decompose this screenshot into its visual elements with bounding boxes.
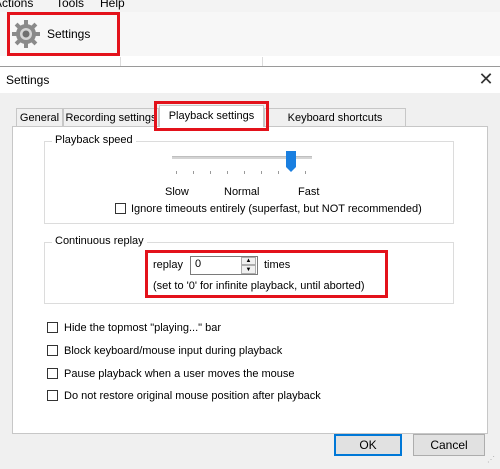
divider [262, 57, 263, 66]
tab-general[interactable]: General [16, 108, 63, 126]
pause-on-mouse-checkbox[interactable] [47, 368, 58, 379]
option-label: Do not restore original mouse position a… [64, 390, 321, 402]
ignore-timeouts-label: Ignore timeouts entirely (superfast, but… [131, 203, 422, 215]
menu-item-help[interactable]: Help [100, 0, 125, 10]
slider-tick [278, 171, 279, 174]
tab-recording-settings[interactable]: Recording settings [63, 108, 159, 126]
slider-label-fast: Fast [298, 186, 320, 198]
speed-slider-thumb-tip [286, 167, 296, 172]
block-input-checkbox[interactable] [47, 345, 58, 356]
slider-label-normal: Normal [224, 186, 260, 198]
menu-item-actions[interactable]: Actions [0, 0, 33, 10]
close-icon[interactable]: ✕ [476, 68, 496, 90]
option-label: Hide the topmost "playing..." bar [64, 322, 222, 334]
option-label: Pause playback when a user moves the mou… [64, 368, 295, 380]
playback-speed-title: Playback speed [52, 134, 136, 146]
highlight-box-settings [7, 12, 120, 56]
slider-tick [261, 171, 262, 174]
slider-label-slow: Slow [165, 186, 189, 198]
ok-button[interactable]: OK [334, 434, 402, 456]
menu-bar: Actions Tools Help [0, 0, 500, 12]
highlight-box-replay [145, 250, 388, 298]
slider-tick [176, 171, 177, 174]
no-restore-mouse-checkbox[interactable] [47, 390, 58, 401]
option-label: Block keyboard/mouse input during playba… [64, 345, 283, 357]
speed-slider-thumb[interactable] [286, 151, 296, 167]
tab-keyboard-shortcuts[interactable]: Keyboard shortcuts (hotkeys) [264, 108, 406, 142]
slider-tick [227, 171, 228, 174]
dialog-titlebar: Settings ✕ [0, 67, 500, 93]
highlight-box-playback-tab [154, 101, 269, 131]
hide-playing-bar-checkbox[interactable] [47, 322, 58, 333]
slider-tick [305, 171, 306, 174]
ignore-timeouts-checkbox[interactable] [115, 203, 126, 214]
continuous-replay-title: Continuous replay [52, 235, 147, 247]
dialog-title: Settings [6, 73, 50, 87]
menu-item-tools[interactable]: Tools [56, 0, 84, 10]
settings-dialog: Settings ✕ General Recording settings Pl… [0, 66, 500, 469]
toolbar-strip [0, 56, 500, 66]
slider-tick [210, 171, 211, 174]
divider [120, 57, 121, 66]
slider-tick [244, 171, 245, 174]
cancel-button[interactable]: Cancel [413, 434, 485, 456]
slider-tick [193, 171, 194, 174]
resize-grip[interactable]: ⋰ [487, 456, 497, 467]
